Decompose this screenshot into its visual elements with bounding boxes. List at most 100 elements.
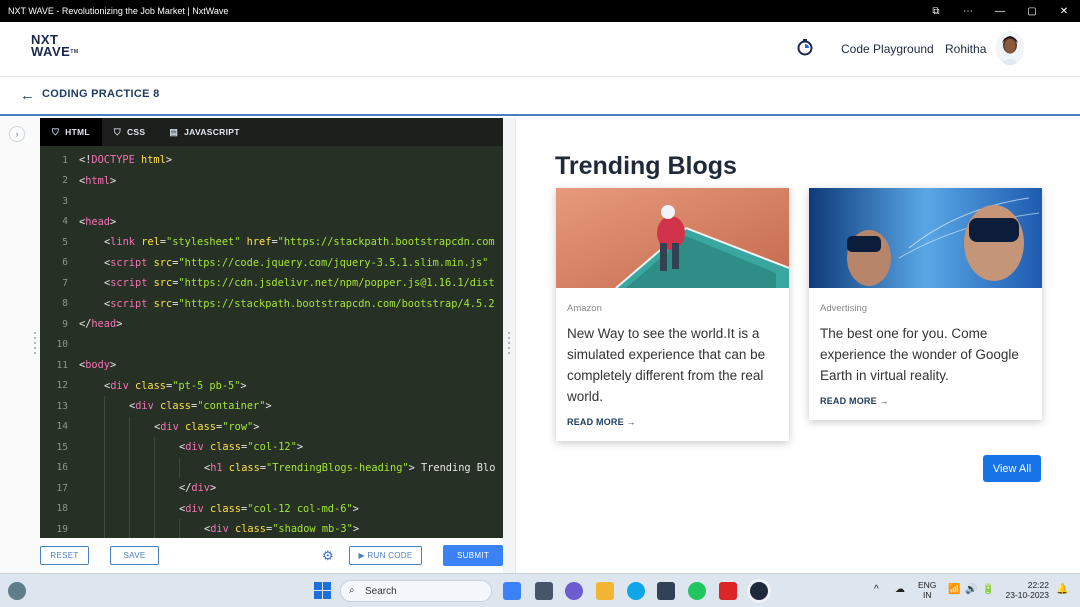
blog-card-amazon: Amazon New Way to see the world.It is a …	[556, 188, 790, 441]
line-number: 19	[56, 523, 68, 535]
code-token: href	[240, 236, 272, 249]
nxtwave-logo[interactable]: NXT WAVETM	[31, 33, 79, 58]
save-button[interactable]: SAVE	[110, 546, 159, 565]
task-view-icon[interactable]	[535, 582, 553, 600]
resize-handle-middle[interactable]	[508, 332, 510, 357]
code-line[interactable]: 17 </div >	[40, 478, 503, 499]
code-token: >	[116, 318, 123, 331]
teams-icon[interactable]	[565, 582, 583, 600]
output-preview: Trending Blogs Amazon New Way to see the…	[515, 118, 1080, 573]
code-line[interactable]: 8 < script src = "https://stackpath.bootstra…	[40, 294, 503, 315]
minimize-button[interactable]: —	[984, 6, 1016, 17]
line-number: 16	[56, 462, 68, 474]
code-token: >	[296, 441, 304, 454]
code-token: <!	[79, 154, 92, 167]
code-token: "https://code.jquery.com/jquery-3.5.1.sl…	[178, 256, 489, 269]
editor-tabs: ⛉ HTML ⛉ CSS ▤ JAVASCRIPT	[40, 118, 503, 146]
resize-handle-left[interactable]	[34, 332, 36, 357]
code-line[interactable]: 14 < div class = "row" >	[40, 416, 503, 437]
code-line[interactable]: 13 < div class = "container" >	[40, 396, 503, 417]
code-line[interactable]: 4 < head >	[40, 212, 503, 233]
code-token: >	[210, 482, 217, 495]
panel-divider[interactable]	[503, 118, 515, 573]
more-options-icon[interactable]: ⋯	[952, 6, 984, 17]
line-number: 18	[56, 503, 68, 515]
tray-overflow-icon[interactable]: ^	[874, 584, 879, 595]
line-number: 8	[62, 298, 68, 310]
code-token: link	[110, 236, 136, 249]
code-editor[interactable]: ⛉ HTML ⛉ CSS ▤ JAVASCRIPT 1 <! DOCTYPE htm…	[40, 118, 503, 538]
read-more-link[interactable]: READ MORE →	[820, 396, 1031, 406]
code-token: html	[134, 154, 166, 167]
line-number: 10	[56, 339, 68, 351]
windows-start-icon[interactable]	[314, 582, 331, 599]
code-token: div	[185, 441, 204, 454]
code-line[interactable]: 18 < div class = "col-12 col-md-6" >	[40, 498, 503, 519]
code-token: >	[240, 379, 247, 392]
code-line[interactable]: 1 <! DOCTYPE html >	[40, 150, 503, 171]
notification-bell-icon[interactable]: 🔔	[1056, 584, 1068, 595]
code-line[interactable]: 19 < div class = "shadow mb-3" >	[40, 519, 503, 538]
onedrive-icon[interactable]: ☁	[895, 584, 905, 595]
volume-icon[interactable]: 🔊	[965, 584, 977, 595]
code-token: class	[203, 441, 242, 454]
code-token: "shadow mb-3"	[272, 523, 353, 536]
code-token: "https://stackpath.bootstrapcdn.com	[277, 236, 495, 249]
back-arrow-icon[interactable]: ←	[20, 87, 35, 104]
code-line[interactable]: 6 < script src = "https://code.jquery.com/jq…	[40, 253, 503, 274]
tab-css[interactable]: ⛉ CSS	[102, 118, 157, 146]
tab-css-label: CSS	[126, 127, 146, 137]
code-line[interactable]: 2 < html >	[40, 171, 503, 192]
username[interactable]: Rohitha	[945, 42, 986, 56]
code-line[interactable]: 12 < div class = "pt-5 pb-5" >	[40, 376, 503, 397]
timer-icon[interactable]	[796, 38, 814, 56]
submit-button[interactable]: SUBMIT	[443, 545, 503, 566]
battery-icon[interactable]: 🔋	[982, 584, 994, 595]
code-line[interactable]: 9 </head >	[40, 314, 503, 335]
line-number: 4	[62, 216, 68, 228]
code-token: html	[85, 174, 111, 187]
code-line[interactable]: 15 < div class = "col-12" >	[40, 437, 503, 458]
avatar[interactable]	[996, 31, 1024, 65]
code-token: script	[110, 256, 148, 269]
chrome-icon[interactable]	[688, 582, 706, 600]
code-line[interactable]: 11 < body >	[40, 355, 503, 376]
run-code-button[interactable]: ▶ RUN CODE	[349, 546, 422, 565]
code-token: div	[185, 502, 204, 515]
weather-icon[interactable]	[8, 582, 26, 600]
code-line[interactable]: 16 < h1 class = "TrendingBlogs-heading" > Tre…	[40, 457, 503, 478]
code-token: src	[147, 277, 173, 290]
code-lines[interactable]: 1 <! DOCTYPE html >2 < html >3 4 < head >5 < link re…	[40, 146, 503, 538]
expand-panel-button[interactable]: ›	[9, 126, 25, 142]
mcafee-icon[interactable]	[719, 582, 737, 600]
close-button[interactable]: ✕	[1048, 6, 1080, 17]
gear-icon[interactable]: ⚙	[322, 548, 334, 564]
edge-icon[interactable]	[627, 582, 645, 600]
code-line[interactable]: 10	[40, 335, 503, 356]
language-indicator[interactable]: ENG IN	[918, 580, 936, 600]
clock[interactable]: 22:22 23-10-2023	[1003, 580, 1049, 600]
practice-title: CODING PRACTICE 8	[42, 88, 160, 100]
tab-javascript[interactable]: ▤ JAVASCRIPT	[157, 118, 251, 146]
wifi-icon[interactable]: 📶	[948, 584, 960, 595]
code-playground-link[interactable]: Code Playground	[841, 42, 934, 56]
view-all-button[interactable]: View All	[983, 455, 1041, 482]
nxtwave-app-icon[interactable]	[750, 582, 768, 600]
code-line[interactable]: 3	[40, 191, 503, 212]
file-explorer-icon[interactable]	[596, 582, 614, 600]
lang-line1: ENG	[918, 580, 937, 590]
reset-button[interactable]: RESET	[40, 546, 89, 565]
tab-html[interactable]: ⛉ HTML	[40, 118, 102, 146]
maximize-button[interactable]: ▢	[1016, 6, 1048, 17]
code-line[interactable]: 7 < script src = "https://cdn.jsdelivr.net/n…	[40, 273, 503, 294]
restore-window-icon[interactable]: ⧉	[920, 6, 952, 17]
store-icon[interactable]	[657, 582, 675, 600]
copilot-icon[interactable]	[503, 582, 521, 600]
code-token: "pt-5 pb-5"	[172, 379, 241, 392]
code-line[interactable]: 5 < link rel = "stylesheet" href = "https://st…	[40, 232, 503, 253]
tab-javascript-label: JAVASCRIPT	[184, 127, 240, 137]
read-more-link[interactable]: READ MORE →	[567, 417, 778, 427]
code-token: rel	[135, 236, 160, 249]
code-token: div	[160, 420, 179, 433]
taskbar-search[interactable]: ⌕ Search	[340, 580, 492, 602]
